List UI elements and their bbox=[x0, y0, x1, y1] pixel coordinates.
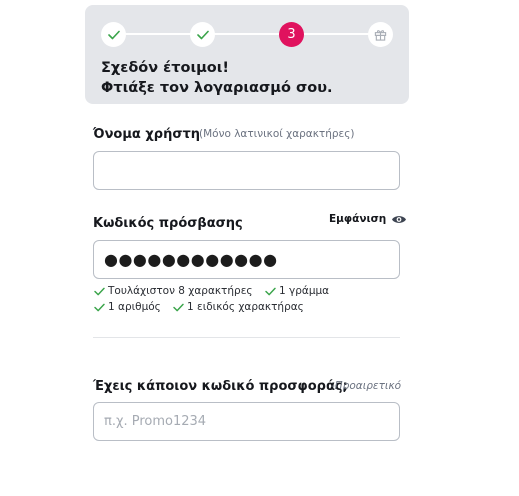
password-rule-number: 1 αριθμός bbox=[94, 301, 161, 313]
check-icon bbox=[94, 287, 105, 295]
check-icon bbox=[107, 30, 120, 39]
gift-icon bbox=[374, 30, 387, 41]
step-1-complete bbox=[101, 22, 126, 47]
password-rule-text: 1 αριθμός bbox=[108, 301, 161, 313]
password-rule-text: 1 ειδικός χαρακτήρας bbox=[187, 301, 304, 313]
step-4-reward bbox=[368, 22, 393, 47]
eye-icon bbox=[392, 215, 407, 223]
stepper-title: Σχεδόν έτοιμοι! bbox=[101, 60, 230, 76]
show-password-toggle[interactable]: Εμφάνιση bbox=[329, 213, 407, 225]
step-3-current: 3 bbox=[279, 22, 304, 47]
show-password-label: Εμφάνιση bbox=[329, 213, 387, 225]
signup-stepper-card: 3 Σχεδόν έτοιμοι! Φτιάξε τον λογαριασμό … bbox=[85, 5, 409, 104]
check-icon bbox=[94, 303, 105, 311]
check-icon bbox=[265, 287, 276, 295]
promo-code-input[interactable] bbox=[93, 402, 400, 441]
step-3-number: 3 bbox=[287, 27, 296, 42]
stepper-track bbox=[113, 33, 391, 35]
check-icon bbox=[196, 30, 209, 39]
promo-optional-hint: -Προαιρετικό bbox=[331, 380, 402, 392]
password-value: ●●●●●●●●●●●● bbox=[104, 250, 278, 269]
username-input[interactable] bbox=[93, 151, 400, 190]
password-rule-text: 1 γράμμα bbox=[279, 285, 330, 297]
promo-label: Έχεις κάποιον κωδικό προσφοράς; bbox=[93, 379, 348, 394]
step-2-complete bbox=[190, 22, 215, 47]
password-label: Κωδικός πρόσβασης bbox=[93, 216, 243, 231]
password-rule-special: 1 ειδικός χαρακτήρας bbox=[173, 301, 304, 313]
password-rule-text: Τουλάχιστον 8 χαρακτήρες bbox=[108, 285, 253, 297]
password-rule-letter: 1 γράμμα bbox=[265, 285, 329, 297]
stepper-subtitle: Φτιάξε τον λογαριασμό σου. bbox=[101, 80, 333, 96]
username-hint: (Μόνο λατινικοί χαρακτήρες) bbox=[199, 128, 355, 140]
username-label: Όνομα χρήστη bbox=[93, 127, 201, 142]
password-rule-length: Τουλάχιστον 8 χαρακτήρες bbox=[94, 285, 253, 297]
password-input[interactable]: ●●●●●●●●●●●● bbox=[93, 240, 400, 279]
section-divider bbox=[93, 337, 400, 338]
check-icon bbox=[173, 303, 184, 311]
